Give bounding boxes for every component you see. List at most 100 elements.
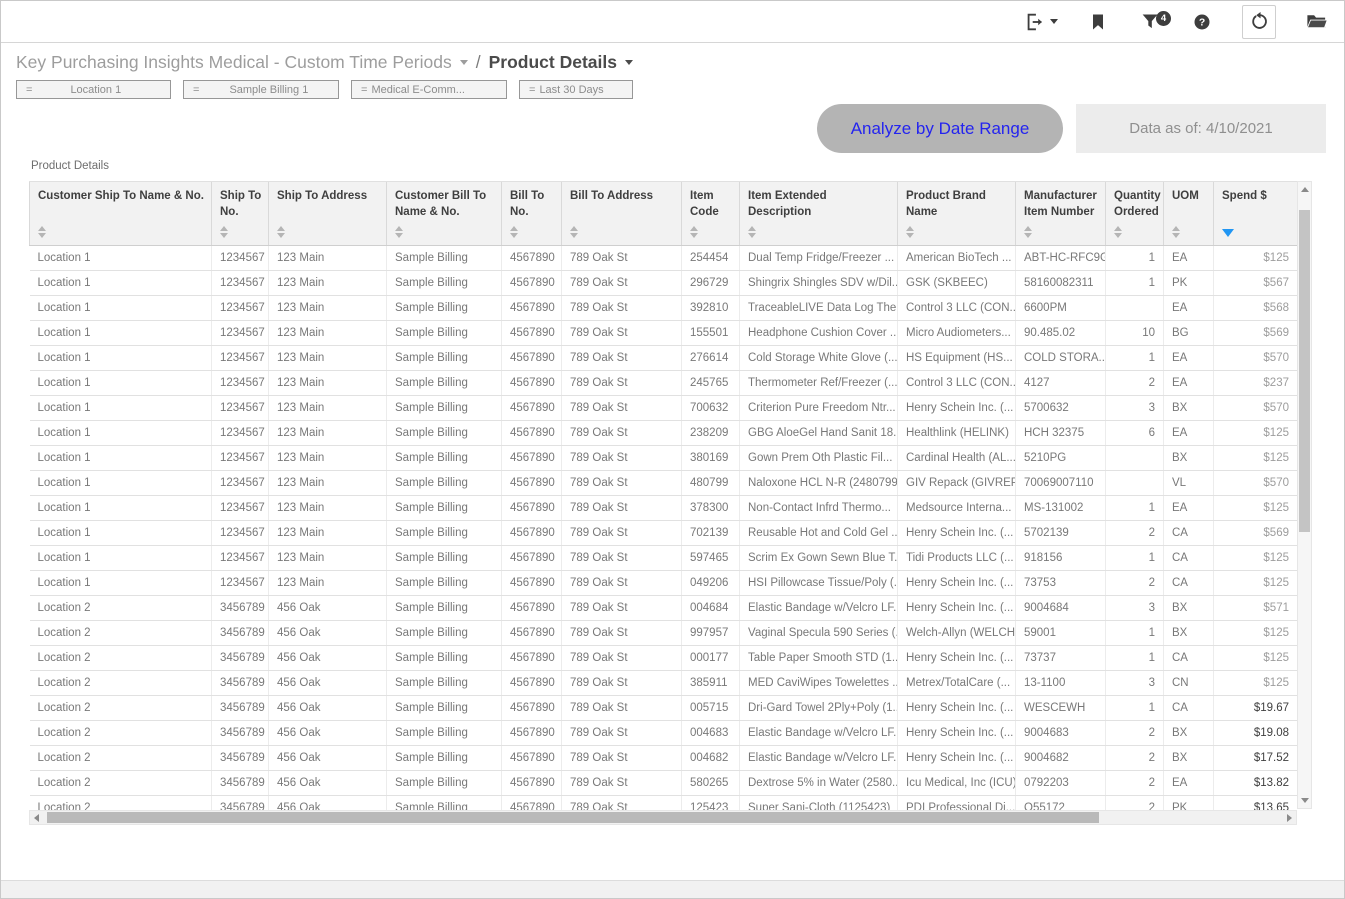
- cell-qty-ordered: 1: [1106, 345, 1164, 370]
- column-header-qty-ordered[interactable]: Quantity Ordered: [1106, 182, 1164, 245]
- cell-mfr-item-number: 5700632: [1016, 395, 1106, 420]
- table-row[interactable]: Location 23456789456 OakSample Billing45…: [30, 670, 1298, 695]
- table-row[interactable]: Location 11234567123 MainSample Billing4…: [30, 470, 1298, 495]
- table-section-label: Product Details: [31, 160, 1344, 172]
- help-button[interactable]: ?: [1190, 10, 1214, 34]
- table-row[interactable]: Location 23456789456 OakSample Billing45…: [30, 720, 1298, 745]
- cell-bill-to-name: Sample Billing: [387, 270, 502, 295]
- cell-bill-to-no: 4567890: [502, 695, 562, 720]
- cell-mfr-item-number: 73753: [1016, 570, 1106, 595]
- table-row[interactable]: Location 11234567123 MainSample Billing4…: [30, 445, 1298, 470]
- scroll-right-icon[interactable]: [1287, 814, 1292, 822]
- column-header-ship-to-address[interactable]: Ship To Address: [269, 182, 387, 245]
- scroll-left-icon[interactable]: [34, 814, 39, 822]
- cell-bill-to-name: Sample Billing: [387, 295, 502, 320]
- cell-ship-to-name: Location 1: [30, 570, 212, 595]
- table-row[interactable]: Location 11234567123 MainSample Billing4…: [30, 420, 1298, 445]
- table-row[interactable]: Location 23456789456 OakSample Billing45…: [30, 620, 1298, 645]
- cell-product-brand: Henry Schein Inc. (...: [898, 745, 1016, 770]
- cell-ship-to-no: 3456789: [212, 720, 269, 745]
- column-header-spend[interactable]: Spend $: [1214, 182, 1298, 245]
- cell-spend: $571: [1214, 595, 1298, 620]
- table-row[interactable]: Location 11234567123 MainSample Billing4…: [30, 320, 1298, 345]
- cell-spend: $13.65: [1214, 795, 1298, 810]
- table-row[interactable]: Location 11234567123 MainSample Billing4…: [30, 295, 1298, 320]
- cell-bill-to-no: 4567890: [502, 620, 562, 645]
- scroll-down-icon[interactable]: [1301, 798, 1309, 803]
- cell-bill-to-no: 4567890: [502, 720, 562, 745]
- cell-spend: $17.52: [1214, 745, 1298, 770]
- cell-mfr-item-number: 70069007110: [1016, 470, 1106, 495]
- table-row[interactable]: Location 11234567123 MainSample Billing4…: [30, 570, 1298, 595]
- cell-mfr-item-number: Q55172: [1016, 795, 1106, 810]
- column-header-item-code[interactable]: Item Code: [682, 182, 740, 245]
- table-row[interactable]: Location 11234567123 MainSample Billing4…: [30, 395, 1298, 420]
- cell-mfr-item-number: ABT-HC-RFC9G: [1016, 245, 1106, 270]
- bookmark-button[interactable]: [1086, 10, 1110, 34]
- page-title-dropdown[interactable]: Product Details: [489, 52, 617, 73]
- cell-item-description: HSI Pillowcase Tissue/Poly (...: [740, 570, 898, 595]
- table-row[interactable]: Location 23456789456 OakSample Billing45…: [30, 795, 1298, 810]
- column-header-uom[interactable]: UOM: [1164, 182, 1214, 245]
- cell-bill-to-address: 789 Oak St: [562, 620, 682, 645]
- table-row[interactable]: Location 11234567123 MainSample Billing4…: [30, 270, 1298, 295]
- filter-chip-channel[interactable]: = Medical E-Comm...: [351, 80, 507, 99]
- cell-ship-to-name: Location 1: [30, 545, 212, 570]
- cell-product-brand: American BioTech ...: [898, 245, 1016, 270]
- scroll-up-icon[interactable]: [1301, 187, 1309, 192]
- table-row[interactable]: Location 11234567123 MainSample Billing4…: [30, 345, 1298, 370]
- table-row[interactable]: Location 11234567123 MainSample Billing4…: [30, 495, 1298, 520]
- filter-chip-billing[interactable]: = Sample Billing 1: [183, 80, 339, 99]
- export-button[interactable]: [1023, 10, 1058, 34]
- cell-spend: $125: [1214, 420, 1298, 445]
- cell-item-description: Shingrix Shingles SDV w/Dil...: [740, 270, 898, 295]
- folder-button[interactable]: [1304, 10, 1328, 34]
- column-header-item-description[interactable]: Item Extended Description: [740, 182, 898, 245]
- cell-ship-to-no: 3456789: [212, 645, 269, 670]
- table-row[interactable]: Location 11234567123 MainSample Billing4…: [30, 545, 1298, 570]
- filter-chip-location[interactable]: = Location 1: [16, 80, 171, 99]
- column-header-bill-to-address[interactable]: Bill To Address: [562, 182, 682, 245]
- cell-ship-to-no: 3456789: [212, 795, 269, 810]
- cell-spend: $19.08: [1214, 720, 1298, 745]
- table-row[interactable]: Location 23456789456 OakSample Billing45…: [30, 745, 1298, 770]
- table-row[interactable]: Location 11234567123 MainSample Billing4…: [30, 370, 1298, 395]
- table-row[interactable]: Location 11234567123 MainSample Billing4…: [30, 520, 1298, 545]
- analyze-by-date-range-button[interactable]: Analyze by Date Range: [817, 104, 1063, 153]
- sort-icon: [510, 226, 518, 238]
- cell-ship-to-name: Location 2: [30, 595, 212, 620]
- column-header-ship-to-name[interactable]: Customer Ship To Name & No.: [30, 182, 212, 245]
- horizontal-scrollbar[interactable]: [29, 810, 1297, 825]
- table-row[interactable]: Location 23456789456 OakSample Billing45…: [30, 770, 1298, 795]
- refresh-button[interactable]: [1242, 5, 1276, 39]
- column-header-ship-to-no[interactable]: Ship To No.: [212, 182, 269, 245]
- cell-item-description: Naloxone HCL N-R (2480799): [740, 470, 898, 495]
- cell-bill-to-address: 789 Oak St: [562, 445, 682, 470]
- cell-item-code: 702139: [682, 520, 740, 545]
- vertical-scroll-thumb[interactable]: [1299, 210, 1310, 532]
- help-icon: ?: [1192, 12, 1212, 32]
- cell-bill-to-address: 789 Oak St: [562, 245, 682, 270]
- cell-qty-ordered: 1: [1106, 245, 1164, 270]
- column-header-mfr-item-number[interactable]: Manufacturer Item Number: [1016, 182, 1106, 245]
- report-title-dropdown[interactable]: Key Purchasing Insights Medical - Custom…: [16, 52, 452, 73]
- filter-button[interactable]: 4: [1138, 10, 1162, 34]
- table-row[interactable]: Location 23456789456 OakSample Billing45…: [30, 645, 1298, 670]
- cell-qty-ordered: 1: [1106, 645, 1164, 670]
- horizontal-scroll-thumb[interactable]: [47, 812, 1099, 823]
- cell-ship-to-address: 456 Oak: [269, 620, 387, 645]
- cell-product-brand: PDI Professional Di...: [898, 795, 1016, 810]
- column-header-product-brand[interactable]: Product Brand Name: [898, 182, 1016, 245]
- vertical-scrollbar[interactable]: [1297, 181, 1312, 809]
- filter-chip-daterange[interactable]: = Last 30 Days: [519, 80, 633, 99]
- cell-product-brand: Henry Schein Inc. (...: [898, 520, 1016, 545]
- column-header-bill-to-name[interactable]: Customer Bill To Name & No.: [387, 182, 502, 245]
- cell-qty-ordered: 2: [1106, 520, 1164, 545]
- cell-qty-ordered: 6: [1106, 420, 1164, 445]
- table-row[interactable]: Location 11234567123 MainSample Billing4…: [30, 245, 1298, 270]
- cell-bill-to-no: 4567890: [502, 320, 562, 345]
- cell-ship-to-no: 1234567: [212, 295, 269, 320]
- table-row[interactable]: Location 23456789456 OakSample Billing45…: [30, 595, 1298, 620]
- table-row[interactable]: Location 23456789456 OakSample Billing45…: [30, 695, 1298, 720]
- column-header-bill-to-no[interactable]: Bill To No.: [502, 182, 562, 245]
